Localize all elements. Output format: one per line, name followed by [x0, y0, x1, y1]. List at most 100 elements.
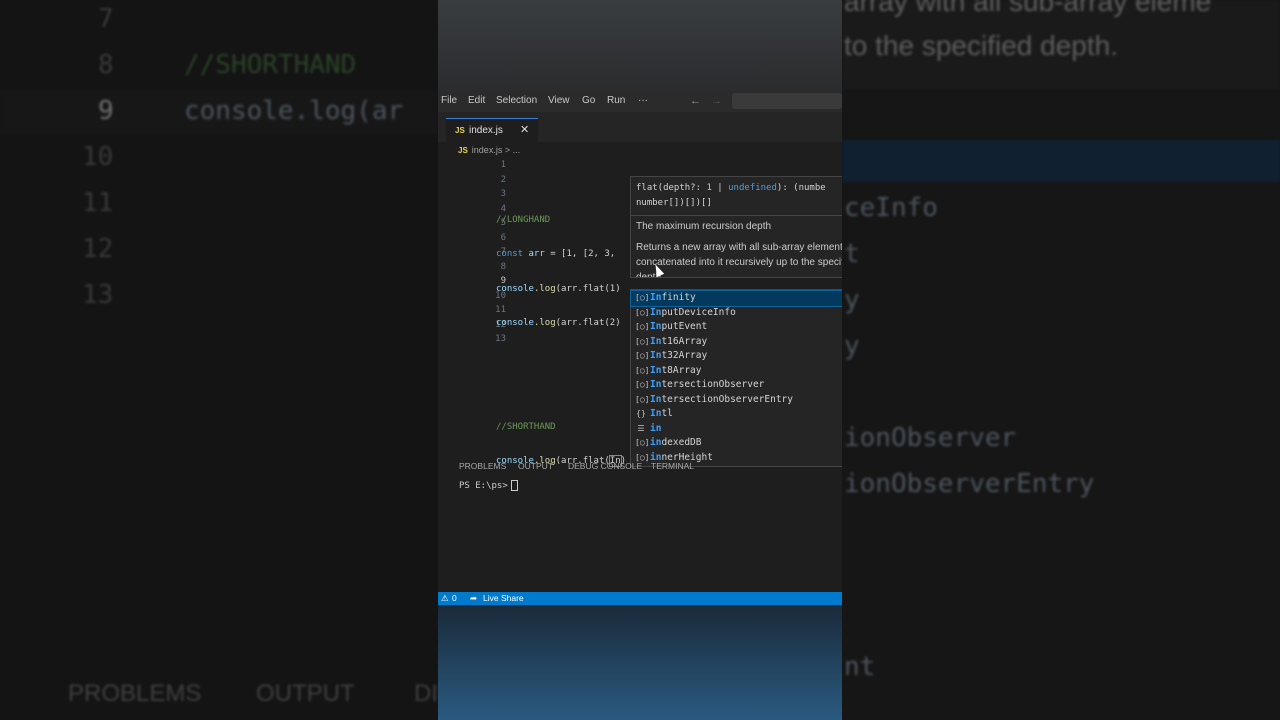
- menu-go[interactable]: Go: [582, 95, 595, 106]
- suggestion-item[interactable]: [○] indexedDB: [631, 436, 842, 451]
- symbol-icon: [○]: [635, 351, 650, 360]
- suggestion-item[interactable]: ☰ in: [631, 422, 842, 437]
- warning-icon[interactable]: ⚠: [441, 593, 449, 604]
- suggestion-item[interactable]: [○] InputDeviceInfo: [631, 306, 842, 321]
- js-file-icon: JS: [458, 146, 468, 155]
- menu-more[interactable]: ···: [638, 95, 648, 106]
- suggestion-label: IntersectionObserver: [650, 378, 764, 393]
- divider: [631, 215, 842, 216]
- suggestion-rest: tersectionObserver: [661, 379, 765, 390]
- menu-selection[interactable]: Selection: [496, 95, 537, 106]
- code-text: = [1, [2, 3,: [544, 249, 616, 259]
- menu-edit[interactable]: Edit: [468, 95, 485, 106]
- bottom-blur-area: [438, 605, 842, 720]
- function-name: .log: [533, 283, 556, 294]
- symbol-icon: [○]: [635, 380, 650, 389]
- suggestion-item[interactable]: [○] Int16Array: [631, 335, 842, 350]
- suggestion-item[interactable]: [○] InputEvent: [631, 320, 842, 335]
- keyword: const: [496, 249, 524, 259]
- symbol-icon: [○]: [635, 293, 650, 302]
- code-line: //LONGHAND: [496, 213, 626, 228]
- suggestion-match: in: [650, 437, 662, 448]
- code-line: console.log(arr.flat(2): [496, 316, 626, 331]
- bg-panel-tab: OUTPUT: [256, 680, 355, 707]
- bg-line-number: 9: [98, 96, 114, 126]
- back-arrow-icon[interactable]: ←: [690, 95, 701, 107]
- tab-debug-console[interactable]: DEBUG CONSOLE: [568, 461, 642, 471]
- suggestion-list: [○] Infinity [○] InputDeviceInfo [○] InputEve…: [630, 289, 842, 467]
- forward-arrow-icon[interactable]: →: [711, 95, 722, 107]
- suggestion-rest: putDeviceInfo: [661, 306, 736, 318]
- breadcrumb-file[interactable]: index.js: [472, 145, 503, 155]
- code-line: console.log(arr.flat(1): [496, 282, 626, 297]
- bg-code: console.log(ar: [184, 96, 404, 126]
- suggestion-label: Int16Array: [650, 335, 707, 350]
- terminal[interactable]: PS E:\ps>: [459, 480, 518, 491]
- tab-output[interactable]: OUTPUT: [518, 461, 553, 471]
- identifier: console: [496, 318, 534, 328]
- close-icon[interactable]: ✕: [520, 123, 529, 136]
- background-left: 7 8 9 10 11 12 13 //SHORTHAND console.lo…: [0, 0, 438, 720]
- suggestion-item[interactable]: [○] Infinity: [630, 290, 842, 307]
- code-editor[interactable]: //LONGHAND const arr = [1, [2, 3, consol…: [496, 158, 626, 489]
- symbol-icon: {}: [636, 409, 646, 418]
- suggestion-item[interactable]: [○] IntersectionObserver: [631, 378, 842, 393]
- signature: flat(depth?: 1 | undefined): (numbe numb…: [636, 181, 826, 211]
- symbol-icon: [○]: [635, 365, 650, 375]
- code-line: const arr = [1, [2, 3,: [496, 247, 626, 262]
- suggestion-label: in: [650, 422, 661, 437]
- identifier: console: [496, 283, 534, 294]
- symbol-icon: [○]: [635, 322, 650, 331]
- menu-run[interactable]: Run: [607, 95, 625, 106]
- suggestion-match: In: [650, 321, 662, 332]
- breadcrumb-more[interactable]: ...: [513, 145, 521, 155]
- bg-suggestion: ceInfo: [844, 193, 938, 223]
- suggestion-match: In: [650, 292, 662, 303]
- suggestion-item[interactable]: [○] Int8Array: [631, 364, 842, 379]
- bg-panel-tab: PROBLEMS: [68, 680, 202, 707]
- suggestion-label: Intl: [650, 407, 673, 422]
- bg-comment: //SHORTHAND: [184, 50, 357, 80]
- signature-part: number[])[])[]: [636, 198, 712, 208]
- problems-count[interactable]: 0: [452, 593, 457, 603]
- code-text: (arr.flat(2): [555, 318, 621, 328]
- suggestion-match: in: [650, 422, 662, 434]
- symbol-icon: [○]: [635, 307, 650, 317]
- breadcrumb-separator: >: [502, 145, 513, 155]
- tab-terminal[interactable]: TERMINAL: [651, 461, 694, 471]
- suggestion-match: In: [650, 364, 662, 376]
- symbol-icon: ☰: [637, 423, 645, 433]
- terminal-prompt: PS E:\ps>: [459, 481, 508, 491]
- live-share-button[interactable]: Live Share: [483, 593, 524, 603]
- background-right: array with all sub-array eleme to the sp…: [842, 0, 1280, 720]
- signature-part: flat(depth?:: [636, 183, 707, 193]
- bg-line-number: 12: [82, 234, 114, 264]
- suggestion-item[interactable]: [○] IntersectionObserverEntry: [631, 393, 842, 408]
- menu-view[interactable]: View: [548, 95, 570, 106]
- live-share-icon: ➦: [470, 593, 478, 603]
- tab-index-js[interactable]: JS index.js ✕: [446, 118, 538, 143]
- bg-doc-text: array with all sub-array eleme: [844, 0, 1212, 17]
- suggestion-rest: dexedDB: [661, 437, 702, 448]
- breadcrumb[interactable]: JS index.js > ...: [458, 145, 520, 155]
- js-file-icon: JS: [455, 126, 465, 135]
- menu-file[interactable]: File: [441, 95, 457, 106]
- suggestion-item[interactable]: [○] Int32Array: [631, 349, 842, 364]
- suggestion-label: InputDeviceInfo: [650, 306, 736, 321]
- bg-line-number: 11: [82, 188, 114, 218]
- suggestion-rest: t32Array: [661, 350, 708, 361]
- suggestion-match: In: [650, 306, 662, 318]
- suggestion-rest: t8Array: [661, 364, 702, 376]
- param-doc: The maximum recursion depth: [636, 221, 772, 232]
- suggestion-label: Int32Array: [650, 349, 707, 364]
- suggestion-label: Infinity: [650, 291, 696, 306]
- bg-line-number: 7: [98, 4, 114, 34]
- command-center-search[interactable]: [732, 93, 842, 109]
- symbol-icon: [○]: [635, 438, 650, 447]
- top-blur-area: [438, 0, 842, 90]
- suggestion-label: Int8Array: [650, 364, 702, 379]
- tab-problems[interactable]: PROBLEMS: [459, 461, 506, 471]
- suggestion-item[interactable]: {} Intl: [631, 407, 842, 422]
- hover-tooltip: flat(depth?: 1 | undefined): (numbe numb…: [630, 176, 842, 278]
